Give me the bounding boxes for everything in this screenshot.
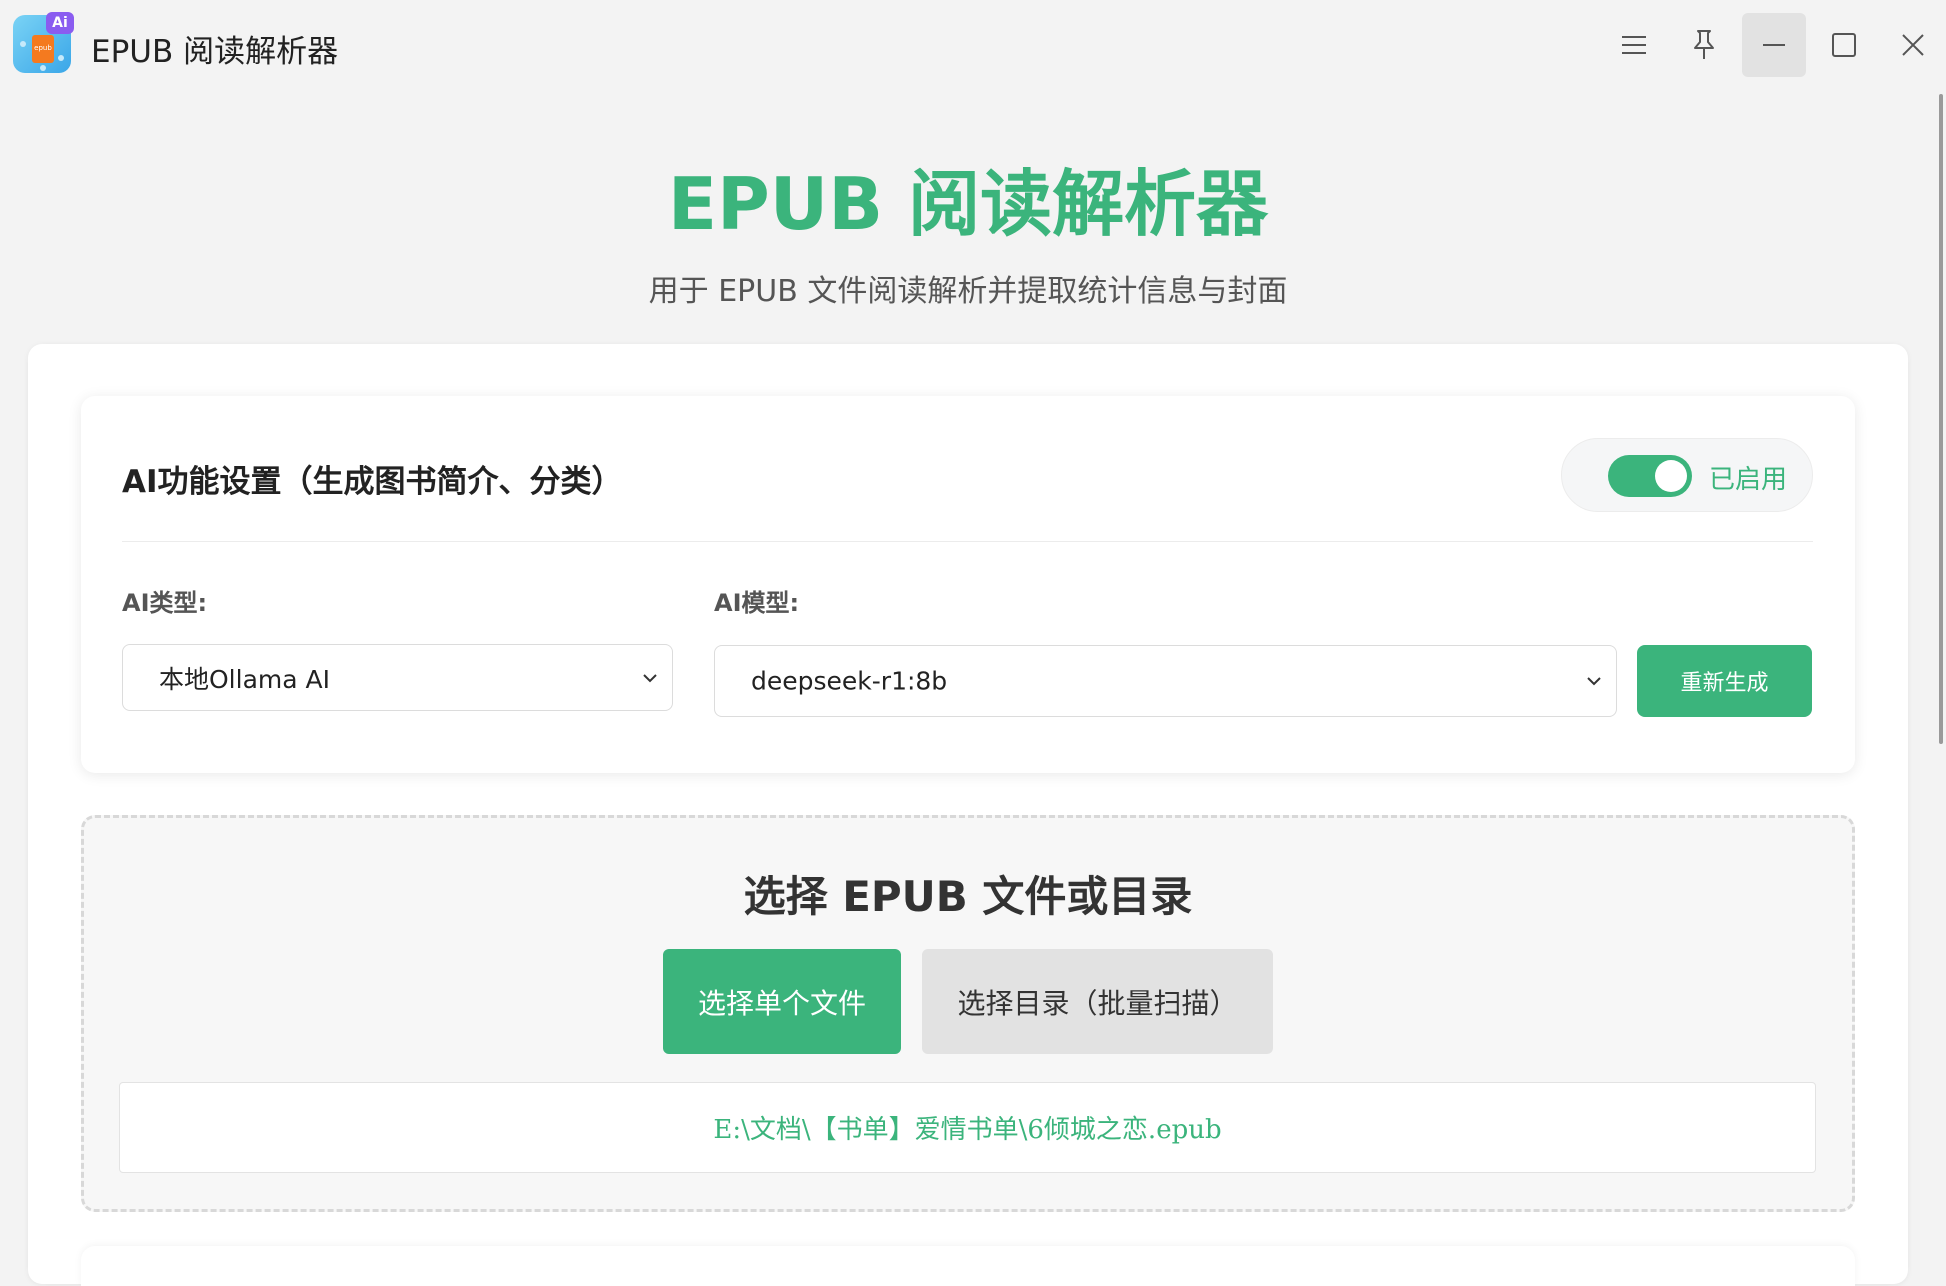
ai-enable-switch[interactable] <box>1608 455 1692 497</box>
select-directory-button[interactable]: 选择目录（批量扫描） <box>922 949 1273 1054</box>
page-title: EPUB 阅读解析器 <box>667 162 1269 246</box>
switch-knob <box>1655 460 1687 492</box>
minimize-icon <box>1763 44 1785 46</box>
selected-path-box: E:\文档\【书单】爱情书单\6倾城之恋.epub <box>119 1082 1816 1173</box>
menu-icon <box>1622 36 1646 54</box>
close-button[interactable] <box>1881 13 1945 77</box>
chevron-down-icon <box>1582 669 1606 693</box>
maximize-button[interactable] <box>1812 13 1876 77</box>
minimize-button[interactable] <box>1742 13 1806 77</box>
ai-toggle-label: 已启用 <box>1709 465 1788 495</box>
ai-badge: Ai <box>46 12 74 34</box>
ai-model-label: AI模型: <box>714 589 800 617</box>
menu-button[interactable] <box>1602 13 1666 77</box>
file-select-title: 选择 EPUB 文件或目录 <box>743 872 1193 921</box>
page-subtitle: 用于 EPUB 文件阅读解析并提取统计信息与封面 <box>648 274 1288 309</box>
close-icon <box>1902 34 1924 56</box>
select-file-button[interactable]: 选择单个文件 <box>663 949 901 1054</box>
scrollbar-thumb[interactable] <box>1939 94 1943 744</box>
chevron-down-icon <box>638 666 662 690</box>
title-bar: epub Ai EPUB 阅读解析器 <box>0 0 1946 94</box>
divider <box>122 541 1813 542</box>
ai-type-label: AI类型: <box>122 589 208 617</box>
pin-icon <box>1694 30 1714 59</box>
pin-button[interactable] <box>1672 13 1736 77</box>
maximize-icon <box>1832 33 1856 57</box>
regenerate-button[interactable]: 重新生成 <box>1637 645 1812 717</box>
ai-settings-title: AI功能设置（生成图书简介、分类） <box>122 464 623 500</box>
ai-type-select[interactable]: 本地Ollama AI <box>122 644 673 711</box>
next-section-card <box>81 1246 1855 1286</box>
ai-model-select[interactable]: deepseek-r1:8b <box>714 645 1617 717</box>
app-logo: epub Ai <box>13 12 74 73</box>
ai-model-value: deepseek-r1:8b <box>751 666 948 696</box>
logo-doc-text: epub <box>34 44 52 52</box>
ai-type-value: 本地Ollama AI <box>159 664 330 694</box>
epub-document-icon: epub <box>32 35 54 63</box>
selected-path: E:\文档\【书单】爱情书单\6倾城之恋.epub <box>713 1115 1222 1145</box>
window-title: EPUB 阅读解析器 <box>91 34 339 70</box>
